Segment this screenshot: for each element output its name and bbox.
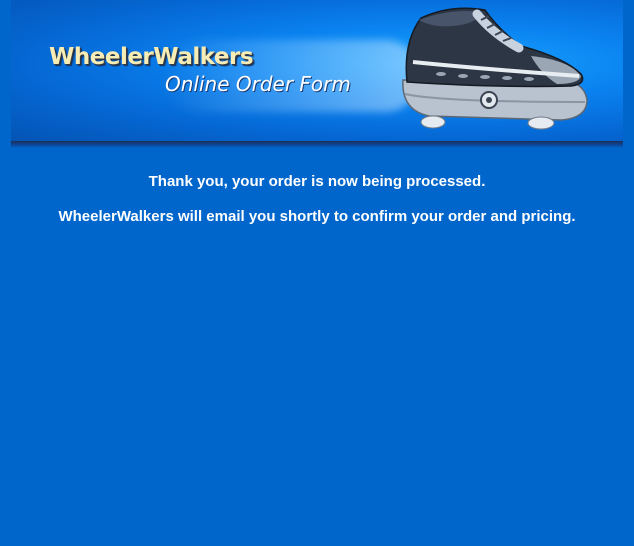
logo-title: WheelerWalkers	[49, 44, 254, 70]
logo-subtitle: Online Order Form	[165, 72, 351, 96]
banner-shadow	[11, 141, 623, 148]
header-banner: WheelerWalkers Online Order Form	[11, 0, 623, 141]
confirmation-message: Thank you, your order is now being proce…	[148, 173, 486, 190]
page: WheelerWalkers Online Order Form Thank y…	[0, 0, 634, 546]
email-notice: WheelerWalkers will email you shortly to…	[58, 208, 576, 225]
wheeled-sneaker-icon	[402, 7, 588, 130]
